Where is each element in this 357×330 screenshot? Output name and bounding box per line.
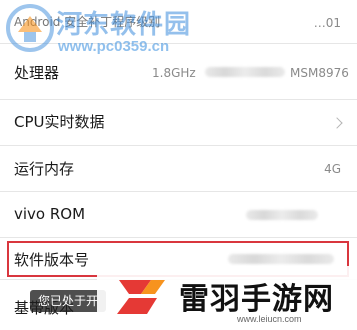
row-value-freq: 1.8GHz	[152, 66, 196, 80]
toast-message: 您已处于开	[30, 290, 107, 312]
redacted-value	[246, 210, 318, 220]
row-value: 4G	[324, 162, 341, 176]
watermark-bottom-title: 雷羽手游网	[179, 282, 334, 317]
watermark-bottom-url: www.leiucn.com	[237, 314, 302, 324]
row-label: 处理器	[14, 64, 60, 82]
row-label: 运行内存	[14, 160, 75, 178]
row-value: …01	[313, 16, 341, 30]
watermark-top: 河东软件园 www.pc0359.cn	[0, 0, 200, 62]
row-cpu-realtime[interactable]: CPU实时数据	[0, 100, 357, 146]
watermark-title: 河东软件园	[56, 10, 192, 40]
leiyu-logo-icon	[117, 280, 165, 314]
row-label: CPU实时数据	[14, 113, 105, 131]
row-value-chip: MSM8976	[290, 66, 349, 80]
chevron-right-icon	[331, 117, 343, 129]
row-label: vivo ROM	[14, 205, 86, 223]
redacted-value	[205, 67, 285, 77]
watermark-url: www.pc0359.cn	[58, 38, 170, 55]
pc0359-logo-icon	[6, 4, 54, 52]
watermark-bottom: 雷羽手游网 www.leiucn.com	[97, 266, 357, 330]
row-vivo-rom[interactable]: vivo ROM	[0, 192, 357, 238]
row-ram[interactable]: 运行内存 4G	[0, 146, 357, 192]
